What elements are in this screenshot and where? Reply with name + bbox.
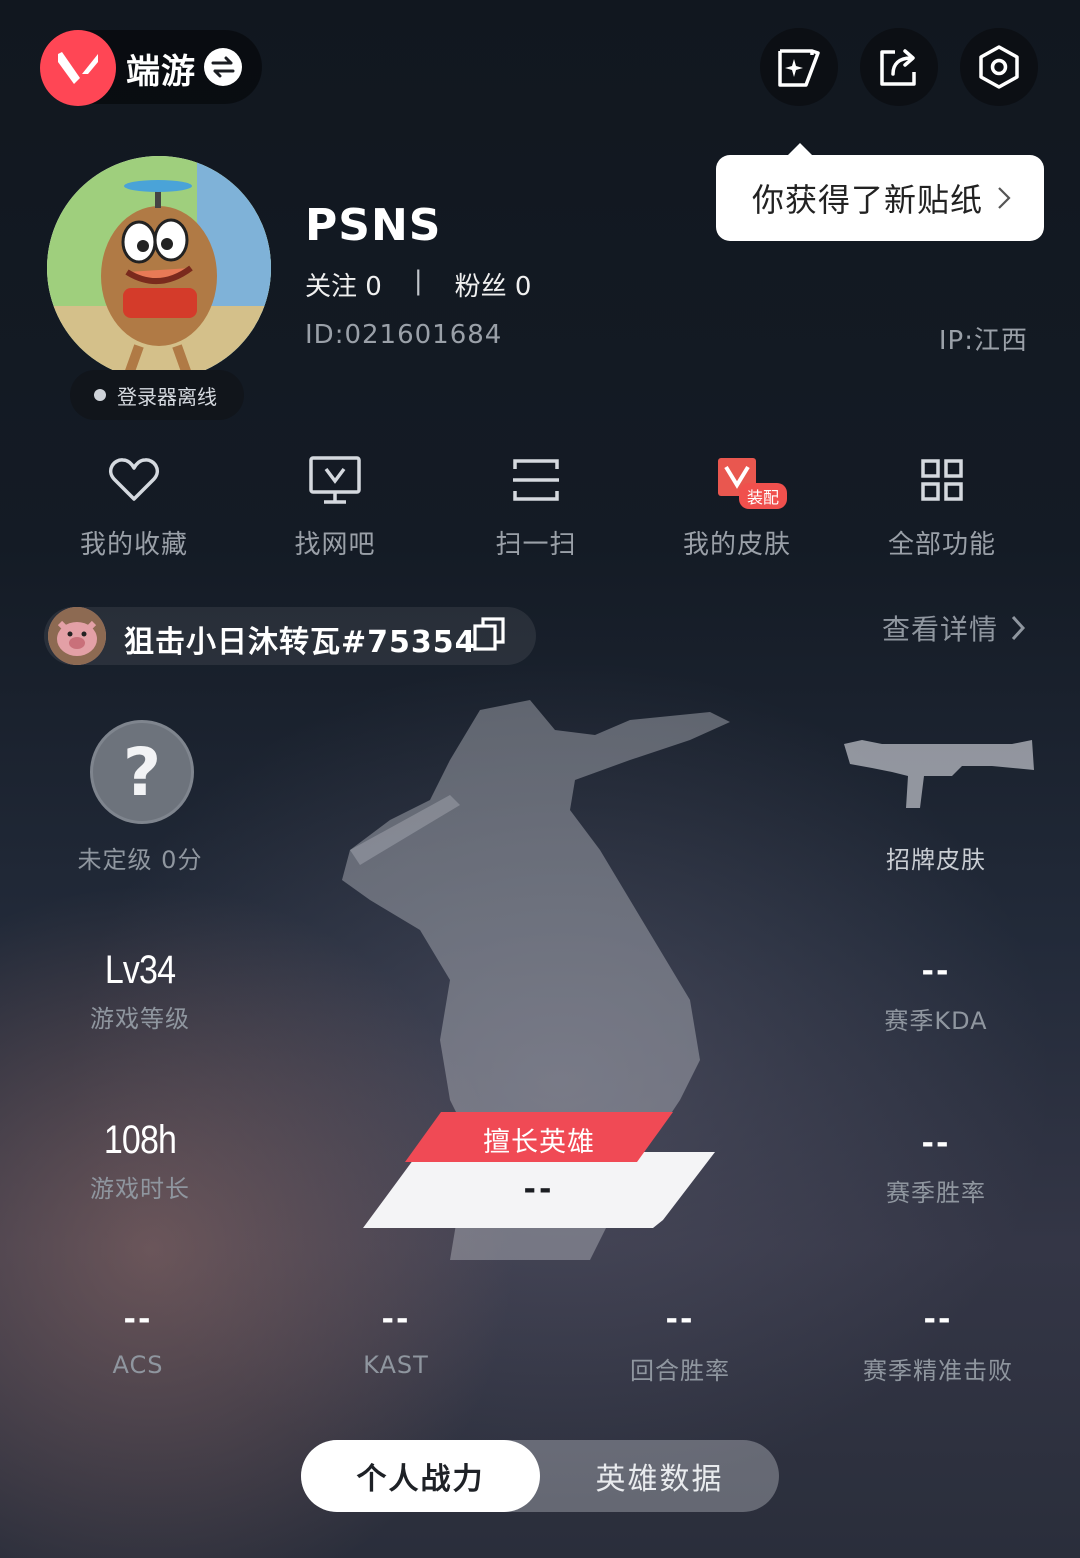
follow-separator: | bbox=[413, 266, 423, 296]
stat-level: Lv34 游戏等级 bbox=[20, 948, 260, 1034]
tooltip-text: 你获得了新贴纸 bbox=[752, 181, 984, 219]
chevron-right-icon bbox=[1011, 615, 1026, 641]
season-winrate-label: 赛季胜率 bbox=[886, 1179, 986, 1207]
stat-season-headshot: -- 赛季精准击败 bbox=[818, 1302, 1058, 1386]
round-winrate-value: -- bbox=[665, 1302, 695, 1337]
season-winrate-value: -- bbox=[921, 1126, 951, 1161]
avatar-cartoon-icon bbox=[47, 156, 271, 380]
kast-value: -- bbox=[381, 1302, 411, 1337]
tab-hero-data[interactable]: 英雄数据 bbox=[540, 1440, 779, 1512]
avatar[interactable] bbox=[47, 156, 271, 380]
season-kda-value: -- bbox=[921, 954, 951, 989]
action-label: 全部功能 bbox=[887, 530, 996, 560]
action-label: 我的皮肤 bbox=[682, 530, 791, 560]
riot-avatar bbox=[48, 607, 106, 665]
chevron-right-icon bbox=[998, 187, 1011, 209]
following-link[interactable]: 关注 0 bbox=[305, 266, 382, 303]
best-hero-tag-text: 擅长英雄 bbox=[483, 1127, 595, 1158]
monitor-icon bbox=[309, 456, 361, 504]
ip-location: IP:江西 bbox=[938, 326, 1028, 356]
game-name[interactable]: 端游 bbox=[126, 44, 196, 93]
action-label: 找网吧 bbox=[294, 530, 376, 560]
rank-badge[interactable]: ? bbox=[90, 720, 194, 824]
gun-icon[interactable] bbox=[842, 736, 1034, 812]
playtime-value: 108h bbox=[103, 1118, 177, 1162]
best-hero-value: -- bbox=[523, 1172, 555, 1207]
stat-kast: -- KAST bbox=[276, 1302, 516, 1379]
stat-signature-skin[interactable]: 招牌皮肤 bbox=[816, 834, 1056, 875]
stat-season-winrate: -- 赛季胜率 bbox=[816, 1126, 1056, 1208]
sticker-button[interactable] bbox=[760, 28, 838, 106]
view-details-link[interactable]: 查看详情 bbox=[882, 608, 1026, 648]
action-label: 我的收藏 bbox=[79, 530, 188, 560]
acs-label: ACS bbox=[112, 1351, 164, 1379]
round-winrate-label: 回合胜率 bbox=[630, 1357, 730, 1385]
action-my-skins[interactable]: 装配 我的皮肤 bbox=[637, 450, 837, 561]
settings-button[interactable] bbox=[960, 28, 1038, 106]
action-all-features[interactable]: 全部功能 bbox=[842, 450, 1042, 561]
action-scan[interactable]: 扫一扫 bbox=[436, 450, 636, 561]
stat-playtime: 108h 游戏时长 bbox=[20, 1118, 260, 1204]
following-label: 关注 bbox=[305, 272, 358, 302]
share-button[interactable] bbox=[860, 28, 938, 106]
level-label: 游戏等级 bbox=[90, 1005, 190, 1033]
action-label: 扫一扫 bbox=[495, 530, 577, 560]
valorant-logo bbox=[40, 30, 116, 106]
settings-icon bbox=[979, 45, 1019, 89]
rank-unknown-icon: ? bbox=[122, 733, 162, 811]
equip-badge: 装配 bbox=[739, 483, 788, 509]
kast-label: KAST bbox=[363, 1351, 429, 1379]
fans-link[interactable]: 粉丝 0 bbox=[455, 266, 532, 303]
tab-personal-power[interactable]: 个人战力 bbox=[301, 1440, 540, 1512]
season-headshot-label: 赛季精准击败 bbox=[863, 1357, 1013, 1385]
heart-icon bbox=[109, 458, 159, 501]
scan-icon bbox=[513, 459, 559, 501]
pig-avatar-icon bbox=[48, 607, 106, 665]
season-kda-label: 赛季KDA bbox=[884, 1007, 988, 1035]
stat-rank: 未定级 0分 bbox=[20, 834, 260, 875]
bottom-tab-switch: 个人战力 英雄数据 bbox=[301, 1440, 779, 1512]
season-headshot-value: -- bbox=[923, 1302, 953, 1337]
playtime-label: 游戏时长 bbox=[90, 1175, 190, 1203]
status-text: 登录器离线 bbox=[117, 384, 217, 409]
user-id: ID:021601684 bbox=[305, 320, 503, 350]
status-dot bbox=[94, 389, 106, 401]
swap-icon[interactable] bbox=[204, 48, 242, 86]
acs-value: -- bbox=[123, 1302, 153, 1337]
fans-count: 0 bbox=[514, 272, 532, 302]
level-value: Lv34 bbox=[104, 948, 176, 992]
valorant-v-icon bbox=[58, 52, 98, 84]
following-count: 0 bbox=[365, 272, 382, 302]
launcher-status-badge: 登录器离线 bbox=[70, 370, 244, 420]
riot-id: 狙击小日沐转瓦#75354 bbox=[124, 625, 477, 660]
action-favorites[interactable]: 我的收藏 bbox=[34, 450, 234, 561]
stat-round-winrate: -- 回合胜率 bbox=[560, 1302, 800, 1386]
signature-skin-label: 招牌皮肤 bbox=[886, 846, 986, 874]
new-sticker-tooltip[interactable]: 你获得了新贴纸 bbox=[716, 143, 1044, 241]
rank-label: 未定级 0分 bbox=[77, 846, 203, 874]
stat-season-kda: -- 赛季KDA bbox=[816, 954, 1056, 1036]
action-find-netcafe[interactable]: 找网吧 bbox=[235, 450, 435, 561]
grid-icon bbox=[921, 459, 963, 501]
share-icon bbox=[880, 49, 916, 86]
sticker-icon bbox=[778, 49, 820, 87]
copy-icon[interactable] bbox=[472, 616, 506, 656]
follow-stats: 关注 0 | 粉丝 0 bbox=[305, 266, 531, 303]
stat-acs: -- ACS bbox=[18, 1302, 258, 1379]
username: PSNS bbox=[305, 200, 442, 251]
view-details-label: 查看详情 bbox=[882, 613, 999, 646]
fans-label: 粉丝 bbox=[454, 272, 507, 302]
